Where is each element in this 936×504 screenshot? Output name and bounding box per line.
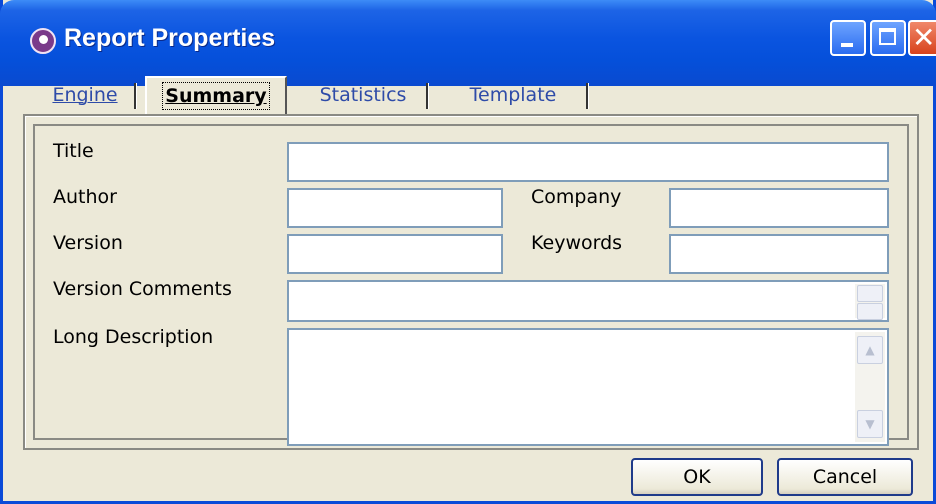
company-field[interactable] [669,188,889,228]
maximize-button[interactable] [870,20,906,56]
tab-engine-label: Engine [52,84,118,106]
long-description-field[interactable]: ▲ ▼ [287,328,889,446]
chevron-down-icon: ▼ [865,417,875,431]
tab-summary-label: Summary [162,82,270,110]
version-comments-scrollbar[interactable] [855,284,885,320]
author-label: Author [53,186,117,208]
keywords-label: Keywords [531,232,623,254]
version-field[interactable] [287,234,503,274]
minimize-button[interactable] [830,20,866,56]
report-app-icon [30,28,56,54]
version-comments-label: Version Comments [53,278,232,300]
chevron-up-icon: ▲ [865,343,875,357]
long-description-label: Long Description [53,326,214,348]
window-title: Report Properties [64,24,276,52]
summary-panel: Title Author Company Version Keywords Ve… [23,114,919,450]
keywords-field[interactable] [669,234,889,274]
scroll-up-button[interactable]: ▲ [857,336,883,364]
long-description-scrollbar[interactable]: ▲ ▼ [855,332,885,442]
close-icon: ✕ [912,21,936,54]
company-label: Company [531,186,622,208]
tab-engine[interactable]: Engine [39,78,137,114]
tab-template[interactable]: Template [443,78,589,114]
scroll-down-button[interactable]: ▼ [857,410,883,438]
summary-group: Title Author Company Version Keywords Ve… [33,124,909,446]
report-properties-dialog: Report Properties ✕ Engine Summary Stati… [0,0,936,504]
ok-button[interactable]: OK [631,458,763,496]
title-label: Title [53,140,94,162]
version-comments-field[interactable] [287,280,889,322]
tab-statistics-label: Statistics [319,84,407,106]
cancel-button[interactable]: Cancel [777,458,913,496]
title-bar[interactable]: Report Properties ✕ [0,0,936,86]
close-button[interactable]: ✕ [908,20,936,56]
scroll-up-button[interactable] [857,285,883,302]
scroll-down-button[interactable] [857,303,883,320]
tab-statistics[interactable]: Statistics [303,78,429,114]
tab-summary[interactable]: Summary [145,76,287,116]
tab-template-label: Template [469,84,557,106]
version-label: Version [53,232,123,254]
title-field[interactable] [287,142,889,182]
author-field[interactable] [287,188,503,228]
